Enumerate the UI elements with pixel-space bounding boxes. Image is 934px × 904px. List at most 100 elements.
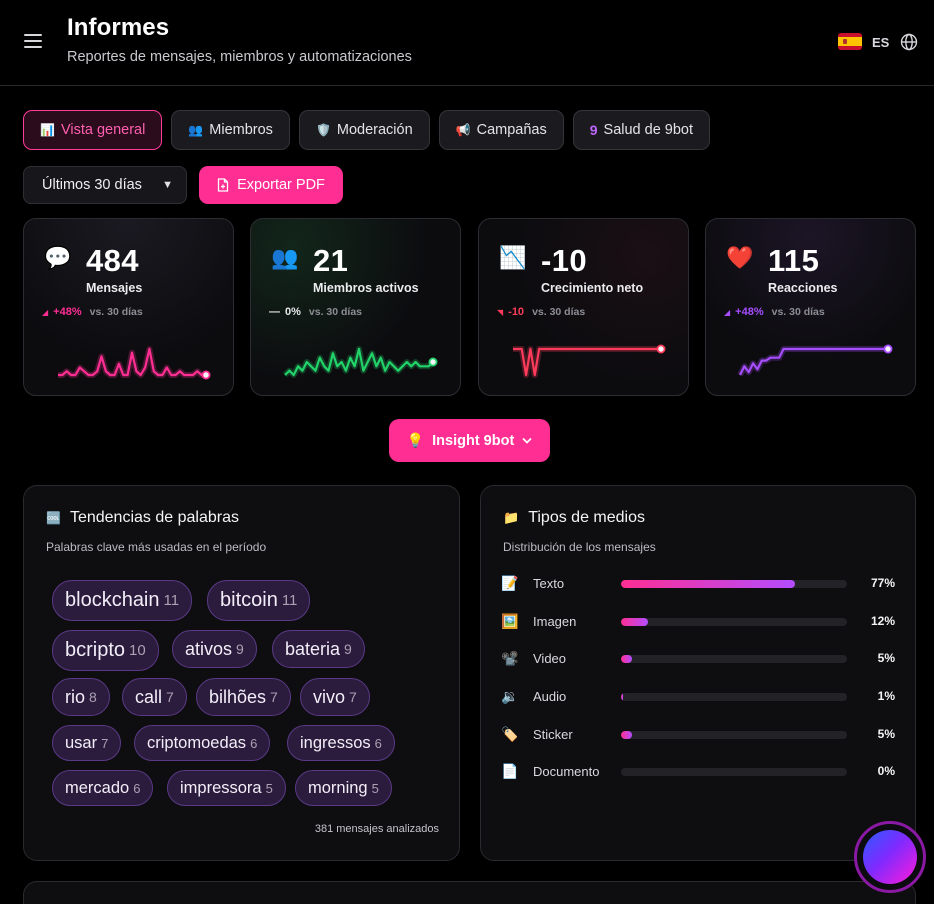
kpi-label: Miembros activos	[313, 281, 419, 295]
heart-icon: ❤️	[726, 245, 754, 270]
kpi-label: Mensajes	[86, 281, 143, 295]
word-chip[interactable]: impressora 5	[167, 770, 286, 806]
kpi-card-reacciones: ❤️ 115 Reacciones ◢ +48% vs. 30 días	[705, 218, 916, 396]
delta-value: +48%	[53, 306, 82, 318]
word-chip[interactable]: bilhões 7	[196, 678, 291, 716]
media-bar-track	[621, 731, 847, 739]
media-row-texto: 📝 Texto 77%	[501, 573, 897, 595]
media-percent: 5%	[877, 727, 895, 741]
document-icon: 📄	[501, 763, 519, 779]
folder-icon: 📁	[503, 510, 520, 525]
kpi-card-crecimiento-neto: 📉 -10 Crecimiento neto ◥ -10 vs. 30 días	[478, 218, 689, 396]
media-row-sticker: 🏷️ Sticker 5%	[501, 724, 897, 746]
tab-label: Moderación	[336, 122, 413, 138]
assistant-orb-button[interactable]	[854, 821, 926, 893]
word-chip[interactable]: mercado 6	[52, 770, 154, 806]
word: morning	[308, 778, 368, 797]
word: impressora	[180, 778, 262, 797]
export-label: Exportar PDF	[237, 177, 325, 193]
kpi-value: 21	[313, 243, 349, 278]
export-pdf-button[interactable]: Exportar PDF	[199, 166, 343, 204]
page-title: Informes	[67, 14, 170, 41]
word-chip[interactable]: ingressos 6	[287, 725, 395, 761]
word-chip[interactable]: rio 8	[52, 678, 110, 716]
date-range-select[interactable]: Últimos 30 días ▼	[23, 166, 187, 204]
word-count: 6	[250, 735, 258, 751]
panel-title: 🆒 Tendencias de palabras	[46, 509, 239, 527]
menu-icon[interactable]	[24, 34, 42, 48]
next-panel	[23, 881, 916, 904]
tab-moderacion[interactable]: 🛡️ Moderación	[298, 110, 430, 150]
sparkline	[282, 346, 438, 378]
word-chip[interactable]: criptomoedas 6	[134, 725, 271, 761]
media-bar-track	[621, 693, 847, 701]
kpi-delta: ◥ -10 vs. 30 días	[497, 306, 585, 318]
tab-salud-9bot[interactable]: 9 Salud de 9bot	[572, 110, 711, 150]
media-label: Video	[533, 651, 567, 666]
trend-up-icon: ◢	[724, 307, 731, 317]
tab-label: Vista general	[60, 122, 146, 138]
word-chip[interactable]: blockchain 11	[52, 580, 193, 621]
panel-subtitle: Distribución de los mensajes	[503, 540, 656, 554]
tab-campanas[interactable]: 📢 Campañas	[438, 110, 564, 150]
media-label: Texto	[533, 576, 565, 591]
word-count: 5	[265, 780, 273, 796]
word: criptomoedas	[147, 733, 247, 752]
sparkline	[737, 344, 893, 377]
word: call	[135, 686, 163, 707]
kpi-card-mensajes: 💬 484 Mensajes ◢ +48% vs. 30 días	[23, 218, 234, 396]
word-chip[interactable]: call 7	[122, 678, 187, 716]
language-code[interactable]: ES	[872, 35, 889, 50]
word-chip[interactable]: morning 5	[295, 770, 392, 806]
word-count: 6	[374, 735, 382, 751]
globe-icon[interactable]	[900, 33, 918, 51]
media-bar-fill	[621, 731, 633, 739]
chart-icon: 📊	[40, 123, 55, 137]
delta-period: vs. 30 días	[771, 306, 825, 318]
insight-9bot-button[interactable]: 💡 Insight 9bot	[389, 419, 550, 462]
word-chip[interactable]: bcripto 10	[52, 630, 159, 671]
media-types-panel: 📁 Tipos de medios Distribución de los me…	[480, 485, 916, 861]
word: blockchain	[65, 589, 160, 611]
word-trends-panel: 🆒 Tendencias de palabras Palabras clave …	[23, 485, 460, 861]
word-count: 9	[236, 641, 244, 657]
flat-trend-icon: —	[269, 306, 280, 318]
word-chip[interactable]: bitcoin 11	[207, 580, 311, 621]
delta-period: vs. 30 días	[89, 306, 143, 318]
9bot-logo-icon: 9	[589, 122, 598, 138]
media-percent: 5%	[877, 651, 895, 665]
page-subtitle: Reportes de mensajes, miembros y automat…	[67, 49, 412, 65]
word-chip[interactable]: usar 7	[52, 725, 122, 761]
word-chip[interactable]: ativos 9	[172, 630, 257, 668]
file-pdf-icon	[217, 178, 229, 192]
kpi-delta: ◢ +48% vs. 30 días	[42, 306, 143, 318]
members-icon: 👥	[188, 123, 204, 137]
word: ativos	[185, 638, 233, 659]
word: rio	[65, 686, 86, 707]
sparkline	[513, 344, 666, 378]
spain-flag-icon[interactable]	[838, 33, 862, 50]
media-bar-track	[621, 768, 847, 776]
memo-icon: 📝	[501, 575, 519, 591]
sparkline-end-point	[201, 370, 211, 380]
word-count: 6	[133, 780, 141, 796]
word: bateria	[285, 638, 341, 659]
image-icon: 🖼️	[501, 613, 519, 629]
word-count: 10	[129, 642, 146, 659]
media-row-imagen: 🖼️ Imagen 12%	[501, 611, 897, 633]
label-tag-icon: 🏷️	[501, 726, 519, 742]
sparkline	[58, 346, 211, 380]
media-percent: 0%	[877, 764, 895, 778]
word-chip[interactable]: vivo 7	[300, 678, 370, 716]
tab-vista-general[interactable]: 📊 Vista general	[23, 110, 163, 150]
media-label: Audio	[533, 689, 567, 704]
word-chip[interactable]: bateria 9	[272, 630, 365, 668]
tab-miembros[interactable]: 👥 Miembros	[171, 110, 290, 150]
date-range-value: Últimos 30 días	[42, 177, 142, 193]
word: bitcoin	[220, 589, 278, 611]
word: mercado	[65, 778, 130, 797]
panel-title: 📁 Tipos de medios	[503, 509, 645, 527]
word-count: 11	[281, 592, 298, 609]
chart-decreasing-icon: 📉	[499, 245, 527, 270]
media-bar-track	[621, 618, 847, 626]
